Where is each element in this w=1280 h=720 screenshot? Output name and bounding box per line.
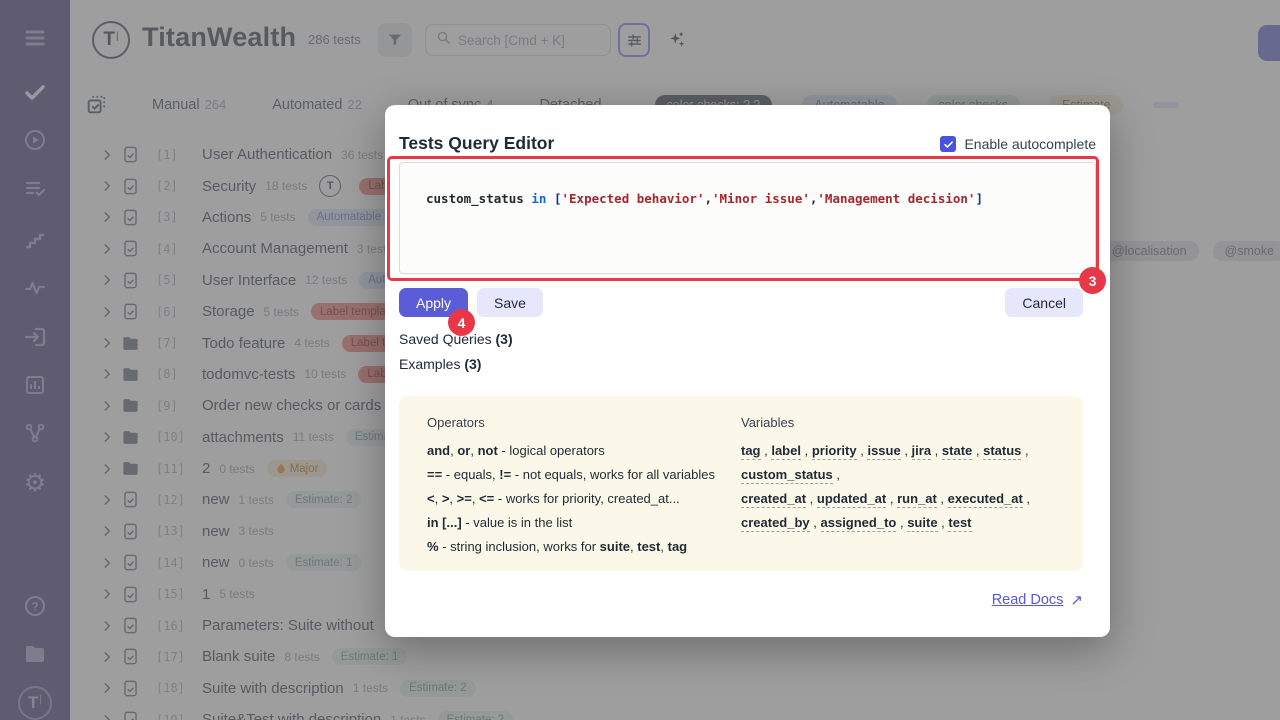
- variable-chip[interactable]: suite: [907, 515, 937, 532]
- operator-lines: and, or, not - logical operators== - equ…: [427, 439, 741, 559]
- operator-line: == - equals, != - not equals, works for …: [427, 463, 741, 487]
- checkbox-checked-icon[interactable]: [940, 136, 956, 152]
- variable-chip[interactable]: created_at: [741, 491, 806, 508]
- variable-chip[interactable]: tag: [741, 443, 761, 460]
- variable-chip[interactable]: assigned_to: [821, 515, 897, 532]
- operators-column: Operators and, or, not - logical operato…: [427, 415, 741, 571]
- annotation-highlight-rect: [387, 156, 1099, 281]
- operator-line: <, >, >=, <= - works for priority, creat…: [427, 487, 741, 511]
- examples-link[interactable]: Examples (3): [399, 356, 481, 372]
- query-cheatsheet: Operators and, or, not - logical operato…: [399, 396, 1083, 571]
- variable-chip[interactable]: issue: [867, 443, 900, 460]
- external-link-icon: ↗: [1070, 591, 1083, 609]
- variable-chip[interactable]: run_at: [897, 491, 937, 508]
- modal-title: Tests Query Editor: [399, 133, 554, 154]
- variable-chip[interactable]: priority: [812, 443, 857, 460]
- read-docs-link[interactable]: Read Docs ↗: [992, 591, 1083, 609]
- variables-column: Variables tag , label , priority , issue…: [741, 415, 1059, 571]
- variable-chip[interactable]: executed_at: [948, 491, 1023, 508]
- operators-title: Operators: [427, 415, 741, 430]
- variable-chip[interactable]: test: [948, 515, 971, 532]
- variable-row: created_by , assigned_to , suite , test: [741, 511, 1059, 535]
- variable-row: custom_status ,: [741, 463, 1059, 487]
- variable-chip[interactable]: jira: [912, 443, 932, 460]
- operator-line: and, or, not - logical operators: [427, 439, 741, 463]
- autocomplete-toggle[interactable]: Enable autocomplete: [940, 136, 1096, 152]
- variable-chip[interactable]: state: [942, 443, 972, 460]
- annotation-badge-4: 4: [448, 309, 475, 336]
- cancel-button[interactable]: Cancel: [1005, 288, 1083, 317]
- autocomplete-label: Enable autocomplete: [964, 136, 1096, 152]
- app-root: ⚙ ? T| T| TitanWealth 286 tests Manual26…: [0, 0, 1280, 720]
- operator-line: % - string inclusion, works for suite, t…: [427, 535, 741, 559]
- variable-chip[interactable]: updated_at: [817, 491, 886, 508]
- variable-chip[interactable]: created_by: [741, 515, 810, 532]
- variable-row: created_at , updated_at , run_at , execu…: [741, 487, 1059, 511]
- variable-rows: tag , label , priority , issue , jira , …: [741, 439, 1059, 535]
- modal-buttons: Apply Save Cancel: [399, 288, 1096, 317]
- variables-title: Variables: [741, 415, 1059, 430]
- save-button[interactable]: Save: [477, 288, 543, 317]
- variable-chip[interactable]: status: [983, 443, 1021, 460]
- variable-chip[interactable]: label: [771, 443, 801, 460]
- variable-row: tag , label , priority , issue , jira , …: [741, 439, 1059, 463]
- annotation-badge-3: 3: [1079, 267, 1106, 294]
- variable-chip[interactable]: custom_status: [741, 467, 833, 484]
- operator-line: in [...] - value is in the list: [427, 511, 741, 535]
